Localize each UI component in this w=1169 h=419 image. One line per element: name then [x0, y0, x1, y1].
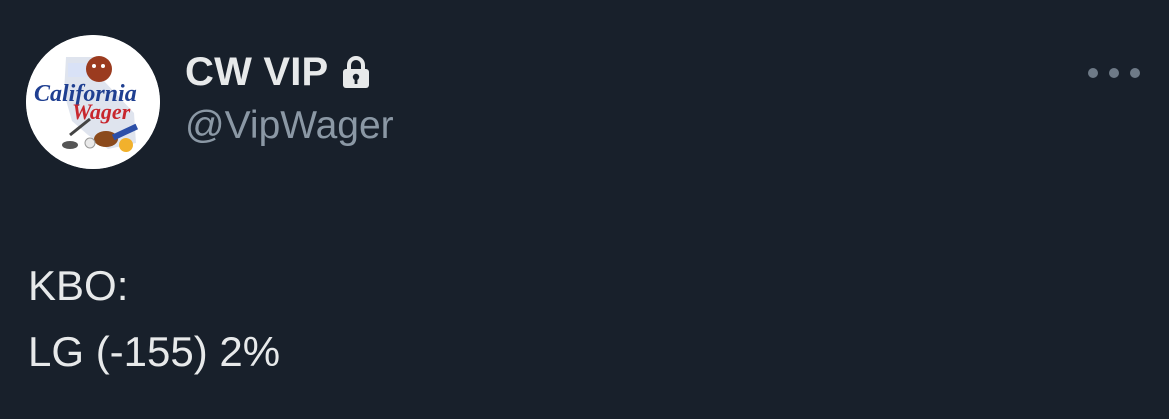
tweet-card: California Wager CW VIP @VipWager KBO: L…	[0, 0, 1169, 419]
california-wager-logo: California Wager	[26, 35, 160, 169]
svg-text:Wager: Wager	[72, 99, 131, 124]
more-options-button[interactable]	[1088, 55, 1140, 91]
more-horizontal-icon	[1088, 68, 1098, 78]
lock-icon	[342, 55, 370, 89]
author-handle[interactable]: @VipWager	[185, 104, 394, 148]
avatar[interactable]: California Wager	[26, 35, 160, 169]
tweet-text-line: KBO:	[28, 262, 129, 309]
author-name-row: CW VIP	[185, 48, 370, 96]
more-dot	[1130, 68, 1140, 78]
tweet-text-line: LG (-155) 2%	[28, 328, 281, 375]
display-name[interactable]: CW VIP	[185, 50, 328, 95]
more-dot	[1109, 68, 1119, 78]
tweet-text: KBO: LG (-155) 2%	[28, 253, 280, 385]
